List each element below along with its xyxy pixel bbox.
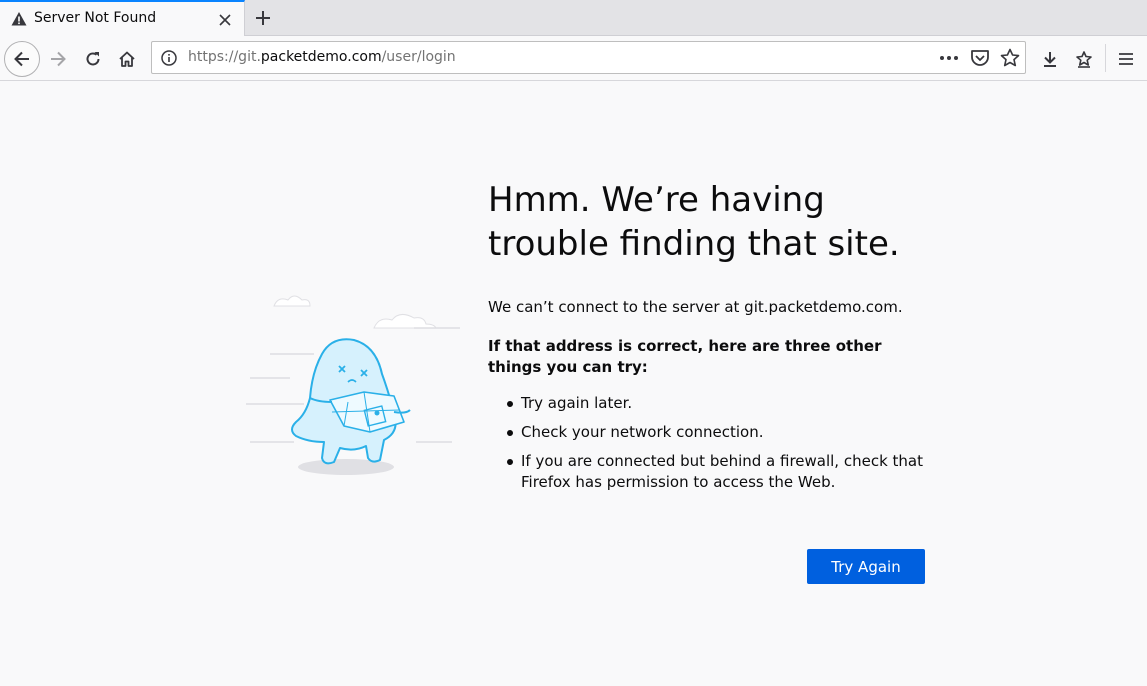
- library-icon: [1076, 51, 1092, 68]
- error-illustration: [244, 292, 464, 482]
- hamburger-menu-icon: [1119, 53, 1133, 65]
- library-button[interactable]: [1070, 45, 1098, 73]
- suggestion-item: Try again later.: [488, 393, 928, 414]
- url-bar[interactable]: https://git.packetdemo.com/user/login: [151, 41, 1026, 74]
- bookmark-star-icon[interactable]: [999, 48, 1021, 68]
- forward-arrow-icon: [51, 51, 66, 67]
- url-text[interactable]: https://git.packetdemo.com/user/login: [188, 49, 456, 65]
- menu-button[interactable]: [1112, 45, 1140, 73]
- suggestions-list: Try again later. Check your network conn…: [488, 393, 928, 501]
- url-host: packetdemo.com: [260, 49, 382, 65]
- new-tab-icon[interactable]: [250, 6, 276, 30]
- page-actions-icon[interactable]: [938, 48, 960, 68]
- tab-strip: Server Not Found: [0, 0, 1147, 36]
- suggestions-heading: If that address is correct, here are thr…: [488, 337, 882, 376]
- reload-button[interactable]: [79, 45, 107, 73]
- error-message: We can’t connect to the server at git.pa…: [488, 298, 903, 316]
- toolbar-separator: [1105, 44, 1106, 72]
- tab-server-not-found[interactable]: Server Not Found: [0, 0, 245, 36]
- home-button[interactable]: [113, 45, 141, 73]
- home-icon: [119, 51, 135, 67]
- url-scheme: https://git.: [188, 49, 261, 65]
- url-path: /user/login: [381, 49, 456, 65]
- suggestion-item: Check your network connection.: [488, 422, 928, 443]
- reload-icon: [86, 52, 100, 66]
- error-headline: Hmm. We’re having trouble finding that s…: [488, 180, 900, 264]
- back-button[interactable]: [4, 41, 40, 77]
- nav-bar: https://git.packetdemo.com/user/login: [0, 36, 1147, 81]
- site-info-icon[interactable]: [160, 49, 178, 67]
- tab-title: Server Not Found: [34, 10, 157, 26]
- suggestion-item: If you are connected but behind a firewa…: [488, 451, 928, 493]
- forward-button[interactable]: [44, 45, 72, 73]
- close-tab-icon[interactable]: [216, 11, 234, 29]
- try-again-button[interactable]: Try Again: [807, 549, 925, 584]
- warning-icon: [11, 11, 27, 27]
- pocket-icon[interactable]: [969, 48, 991, 68]
- download-icon: [1044, 52, 1056, 67]
- back-arrow-icon: [14, 51, 29, 67]
- downloads-button[interactable]: [1036, 45, 1064, 73]
